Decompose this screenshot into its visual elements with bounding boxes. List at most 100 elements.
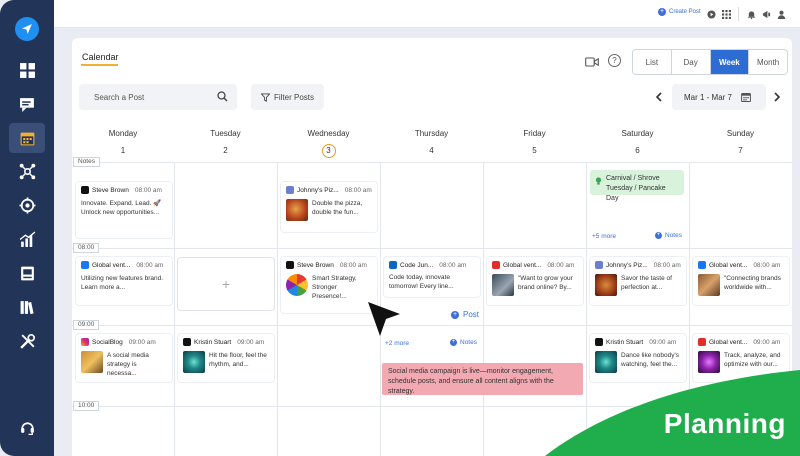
instagram-icon [81, 338, 89, 346]
filter-icon [260, 92, 270, 102]
day-header-thursday: Thursday 4 [380, 122, 483, 162]
tab-month[interactable]: Month [749, 50, 787, 74]
post-time: 09:00 am [237, 338, 265, 346]
post-account: Global vent... [92, 261, 131, 269]
prev-week-button[interactable] [654, 90, 664, 104]
day-number: 2 [223, 146, 228, 155]
plus-icon: + [658, 8, 666, 16]
post-time: 08:00 am [439, 261, 467, 269]
day-number: 1 [120, 146, 126, 155]
post-card[interactable]: Steve Brown 08:00 am Smart Strategy, Str… [281, 257, 377, 313]
tab-day[interactable]: Day [671, 50, 711, 74]
apps-grid-icon[interactable] [721, 9, 731, 19]
sidebar-item-dashboard[interactable] [9, 55, 45, 85]
day-number: 6 [635, 146, 640, 155]
help-icon[interactable]: ? [608, 54, 621, 67]
post-text: "Connecting brands worldwide with... [724, 275, 781, 291]
add-post-slot[interactable]: + [178, 258, 274, 310]
post-thumbnail [183, 351, 205, 373]
post-card[interactable]: Steve Brown 08:00 am Innovate. Expand. L… [76, 182, 172, 238]
post-card[interactable]: Global vent... 08:00 am Utilizing new fe… [76, 257, 172, 305]
sidebar-item-library[interactable] [9, 292, 45, 322]
tab-week[interactable]: Week [710, 50, 750, 74]
add-notes-button[interactable]: + Notes [655, 232, 682, 239]
post-text: Savor the taste of perfection at... [621, 275, 672, 291]
post-account: Steve Brown [92, 186, 129, 194]
post-card[interactable]: Kristin Stuart 09:00 am Hit the floor, f… [178, 334, 274, 382]
post-text: Smart Strategy, Stronger Presence!... [312, 275, 357, 300]
page-icon [286, 186, 294, 194]
video-camera-icon[interactable] [585, 56, 599, 68]
tab-list[interactable]: List [633, 50, 672, 74]
post-account: Code Jun... [400, 261, 434, 269]
sidebar-item-posts[interactable] [9, 89, 45, 119]
search-input[interactable]: Search a Post [79, 84, 237, 110]
post-card[interactable]: SocialBlog 09:00 am A social media strat… [76, 334, 172, 382]
play-icon[interactable] [706, 9, 716, 19]
post-thumbnail [698, 274, 720, 296]
post-card[interactable]: Code Jun... 08:00 am Code today, innovat… [384, 257, 480, 297]
sidebar-item-calendar[interactable] [9, 123, 45, 153]
time-label-0900: 09:00 [73, 320, 100, 330]
sidebar-item-analytics[interactable] [9, 224, 45, 254]
time-label-0800: 08:00 [73, 243, 100, 253]
post-account: Kristin Stuart [606, 338, 644, 346]
day-number: 7 [738, 146, 743, 155]
create-post-button[interactable]: + Create Post [658, 8, 701, 16]
user-icon[interactable] [776, 9, 786, 19]
plus-icon: + [221, 276, 231, 292]
day-name: Monday [108, 129, 138, 138]
more-link[interactable]: +2 more [385, 340, 409, 347]
post-card[interactable]: Johnny's Piz... 08:00 am Double the pizz… [281, 182, 377, 232]
calendar-small-icon [741, 93, 751, 102]
x-twitter-icon [81, 186, 89, 194]
more-link[interactable]: +5 more [592, 233, 616, 240]
pizza-thumbnail [595, 274, 617, 296]
sidebar-item-network[interactable] [9, 156, 45, 186]
post-account: Johnny's Piz... [606, 261, 648, 269]
sidebar-item-tools[interactable] [9, 326, 45, 356]
headset-icon [20, 421, 34, 435]
plus-icon: + [451, 310, 459, 319]
date-range-picker[interactable]: Mar 1 - Mar 7 [672, 84, 766, 110]
x-twitter-icon [286, 261, 294, 269]
next-week-button[interactable] [772, 90, 782, 104]
post-text: Utilizing new features brand. Learn more… [81, 275, 164, 291]
filter-posts-label: Filter Posts [273, 92, 314, 102]
post-card[interactable]: Global vent... 08:00 am "Want to grow yo… [487, 257, 583, 305]
chat-icon [19, 97, 34, 112]
post-time: 08:00 am [547, 261, 575, 269]
grid-line [174, 162, 175, 456]
date-range-label: Mar 1 - Mar 7 [684, 92, 733, 102]
sidebar-item-targeting[interactable] [9, 190, 45, 220]
filter-posts-button[interactable]: Filter Posts [251, 84, 324, 110]
bell-icon[interactable] [746, 9, 756, 19]
holiday-banner[interactable]: Carnival / Shrove Tuesday / Pancake Day [590, 170, 684, 202]
dashboard-icon [19, 62, 35, 78]
top-bar: + Create Post [54, 0, 800, 28]
megaphone-icon[interactable] [761, 9, 771, 19]
post-card[interactable]: Global vent... 08:00 am "Connecting bran… [693, 257, 789, 305]
add-notes-button[interactable]: + Notes [450, 339, 477, 346]
sidebar [0, 0, 54, 456]
grid-line [72, 162, 792, 163]
day-number: 5 [532, 146, 537, 155]
post-time: 08:00 am [136, 261, 164, 269]
add-post-button[interactable]: + Post [451, 310, 479, 319]
tiktok-icon [183, 338, 191, 346]
sidebar-item-support[interactable] [9, 412, 45, 442]
grid-line [483, 162, 484, 456]
day-number-today: 3 [321, 144, 336, 158]
sidebar-item-inbox[interactable] [9, 258, 45, 288]
chevron-left-icon [656, 92, 662, 102]
post-account: Johnny's Piz... [297, 186, 339, 194]
post-card[interactable]: Johnny's Piz... 08:00 am Savor the taste… [590, 257, 686, 305]
linkedin-icon [389, 261, 397, 269]
day-header-wednesday: Wednesday 3 [277, 122, 380, 162]
top-divider [738, 7, 739, 21]
post-text: Code today, innovate tomorrow! Every lin… [389, 274, 454, 290]
day-header-tuesday: Tuesday 2 [174, 122, 277, 162]
library-icon [20, 300, 34, 314]
app-logo[interactable] [15, 17, 39, 41]
facebook-icon [81, 261, 89, 269]
